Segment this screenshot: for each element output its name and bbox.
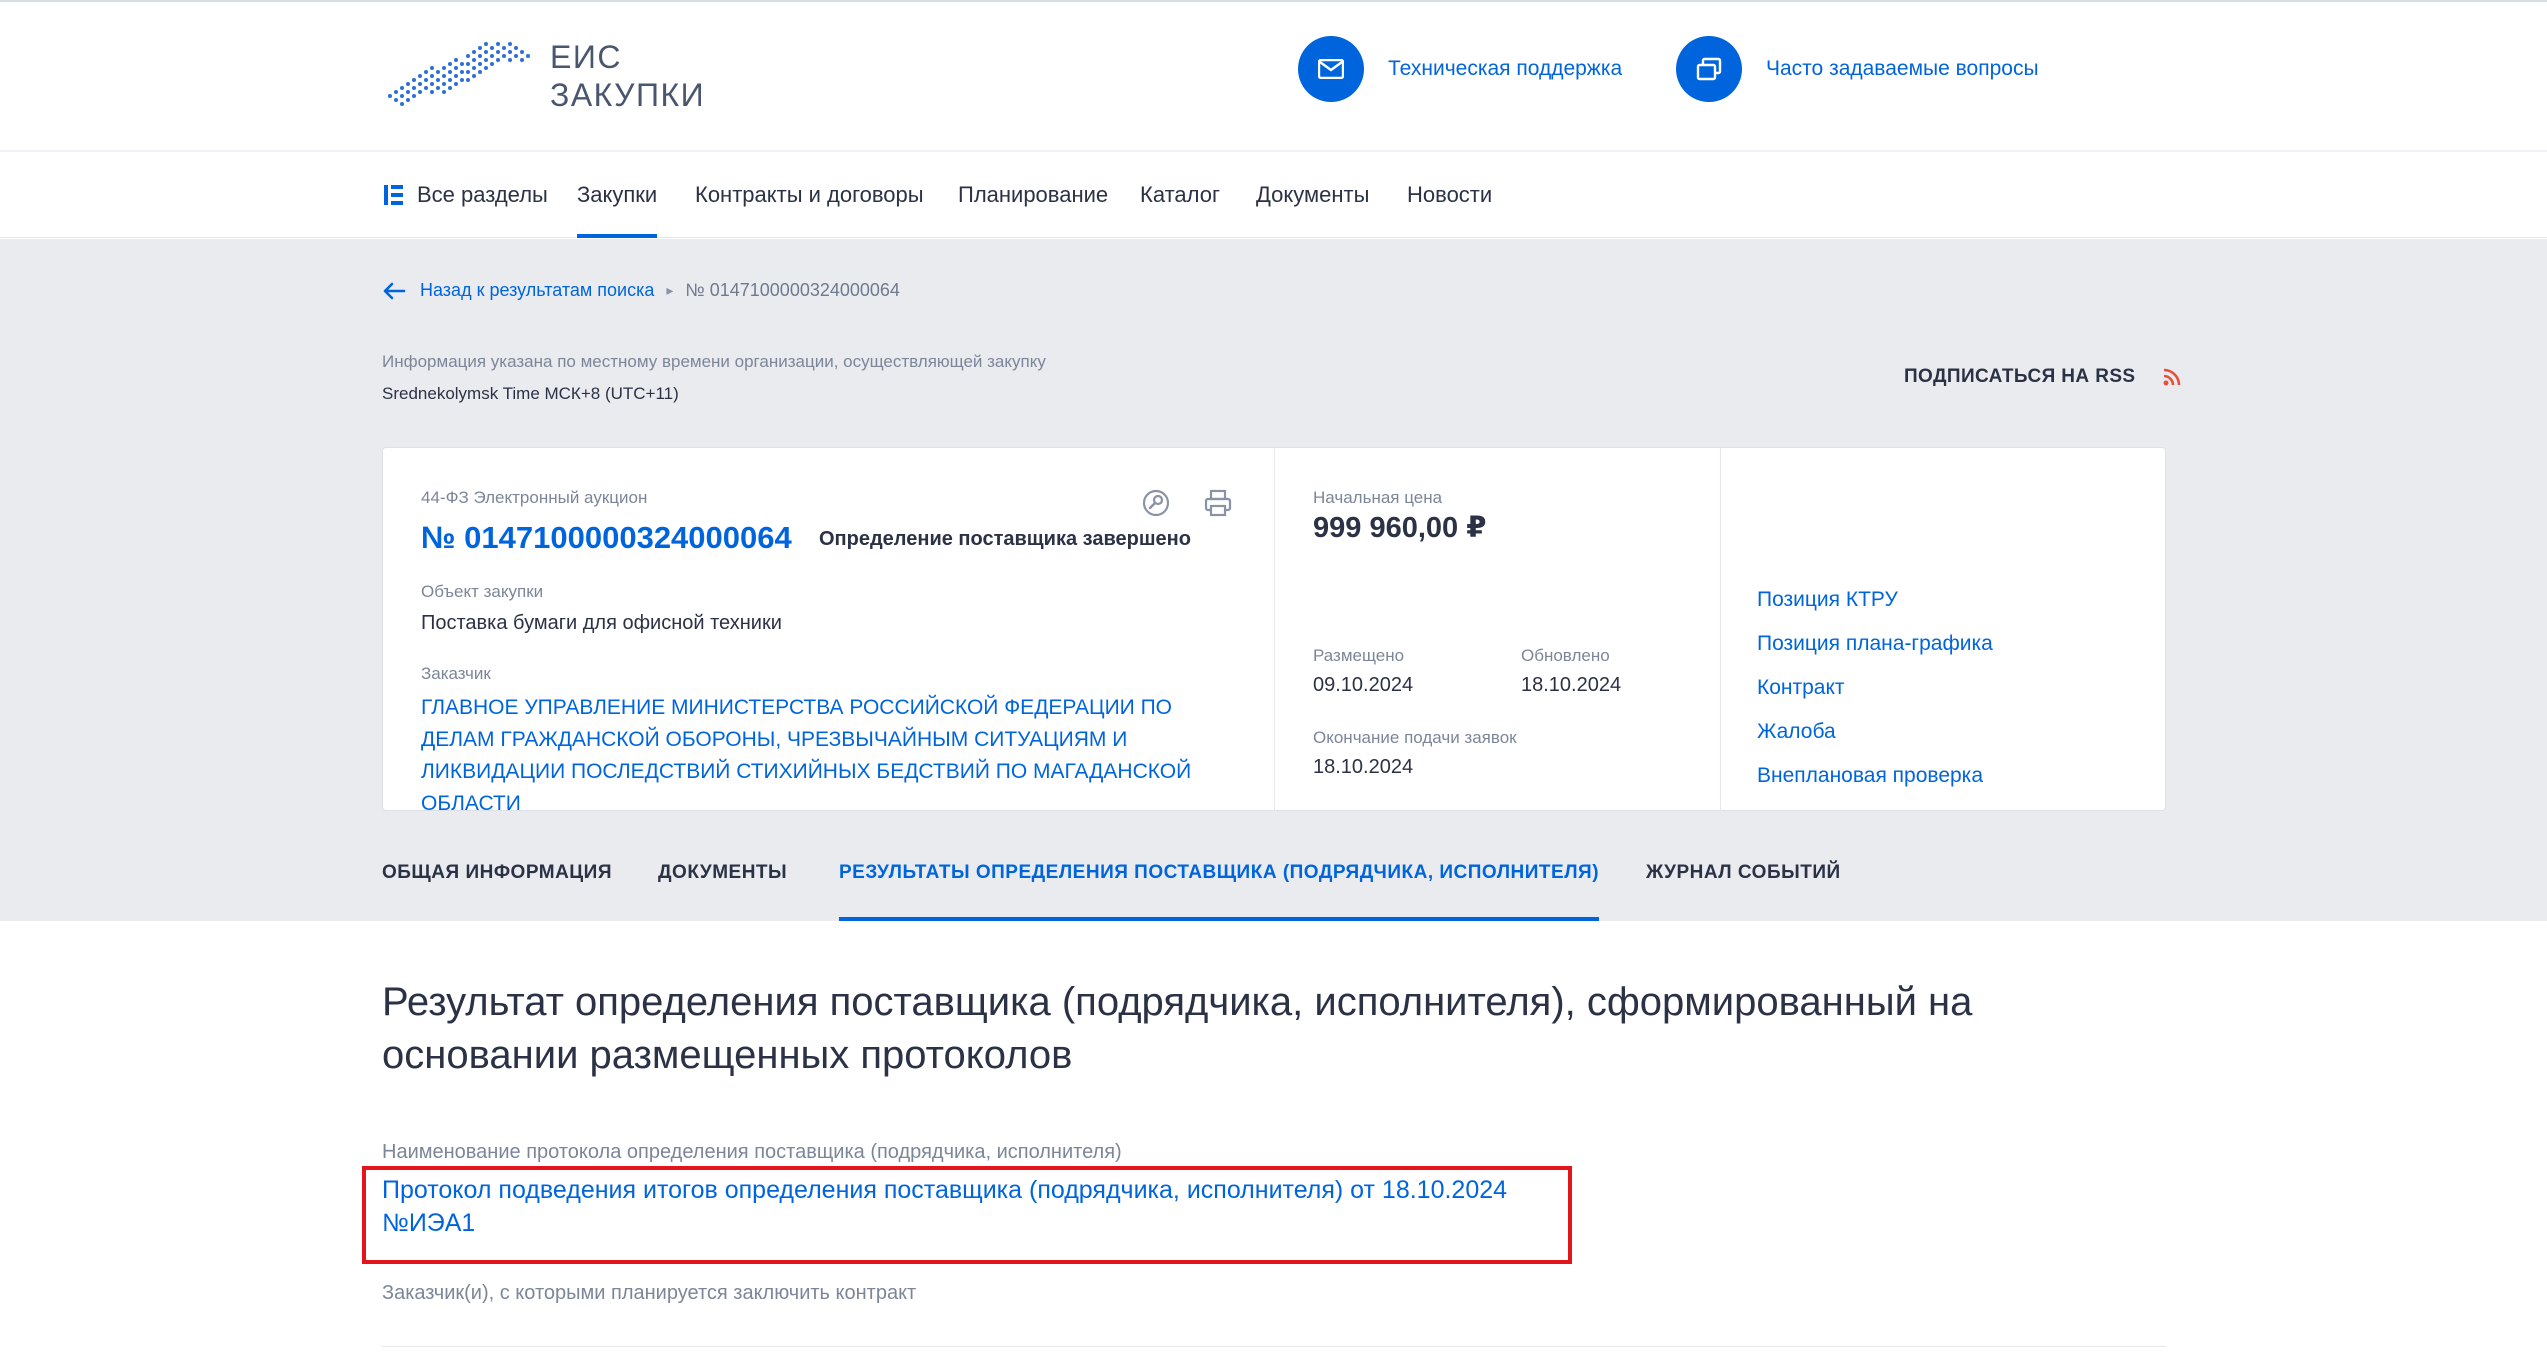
tab-documents[interactable]: ДОКУМЕНТЫ (658, 858, 787, 921)
logo-text: ЕИС ЗАКУПКИ (550, 38, 705, 114)
rss-icon (2163, 368, 2180, 386)
nav-documents[interactable]: Документы (1256, 152, 1369, 238)
object-label: Объект закупки (421, 582, 544, 601)
tab-general-info[interactable]: ОБЩАЯ ИНФОРМАЦИЯ (382, 858, 612, 921)
search-key-icon[interactable] (1141, 488, 1171, 518)
contract-link[interactable]: Контракт (1757, 666, 1993, 710)
protocol-label: Наименование протокола определения поста… (382, 1141, 1122, 1163)
complaint-link[interactable]: Жалоба (1757, 710, 1993, 754)
card-divider (1274, 448, 1275, 812)
logo-line2: ЗАКУПКИ (550, 77, 706, 113)
back-to-results-link[interactable]: Назад к результатам поиска (420, 280, 654, 301)
published-label: Размещено (1313, 646, 1405, 665)
timezone-value: Srednekolymsk Time МСК+8 (UTC+11) (382, 384, 679, 403)
customer-link[interactable]: ГЛАВНОЕ УПРАВЛЕНИЕ МИНИСТЕРСТВА РОССИЙСК… (421, 692, 1241, 820)
ktru-position-link[interactable]: Позиция КТРУ (1757, 578, 1993, 622)
breadcrumb: Назад к результатам поиска ▸ № 014710000… (382, 280, 900, 301)
purchase-number-link[interactable]: № 0147100000324000064 (421, 520, 792, 556)
faq-icon (1676, 36, 1742, 102)
updated-label: Обновлено (1521, 646, 1610, 665)
related-links: Позиция КТРУ Позиция плана-графика Контр… (1757, 578, 1993, 798)
unscheduled-inspection-link[interactable]: Внеплановая проверка (1757, 754, 1993, 798)
plan-schedule-position-link[interactable]: Позиция плана-графика (1757, 622, 1993, 666)
purchase-status: Определение поставщика завершено (819, 528, 1191, 550)
nav-all-label: Все разделы (417, 182, 548, 207)
arrow-left-icon[interactable] (382, 282, 406, 300)
object-value: Поставка бумаги для офисной техники (421, 612, 782, 634)
divider (382, 1346, 2166, 1347)
rss-subscribe-link[interactable]: ПОДПИСАТЬСЯ НА RSS (1904, 366, 2182, 388)
nav-planning[interactable]: Планирование (958, 152, 1108, 238)
nav-contracts[interactable]: Контракты и договоры (695, 152, 924, 238)
price-value: 999 960,00 ₽ (1313, 512, 1487, 544)
breadcrumb-current: № 0147100000324000064 (685, 280, 900, 300)
tab-event-log[interactable]: ЖУРНАЛ СОБЫТИЙ (1646, 858, 1841, 921)
faq-label: Часто задаваемые вопросы (1766, 57, 2039, 80)
card-divider (1720, 448, 1721, 812)
nav-news[interactable]: Новости (1407, 152, 1492, 238)
support-link[interactable]: Техническая поддержка (1298, 36, 1622, 102)
customer-label: Заказчик (421, 664, 491, 683)
support-label: Техническая поддержка (1388, 57, 1623, 80)
deadline-label: Окончание подачи заявок (1313, 728, 1517, 747)
main-nav: Все разделы Закупки Контракты и договоры… (0, 152, 2547, 238)
updated-value: 18.10.2024 (1521, 674, 1622, 696)
nav-catalog[interactable]: Каталог (1140, 152, 1220, 238)
customers-label: Заказчик(и), с которыми планируется закл… (382, 1282, 917, 1304)
published-value: 09.10.2024 (1313, 674, 1414, 696)
protocol-link[interactable]: Протокол подведения итогов определения п… (382, 1174, 1582, 1240)
mail-icon (1298, 36, 1364, 102)
deadline-value: 18.10.2024 (1313, 756, 1414, 778)
russia-map-logo (388, 42, 530, 106)
price-label: Начальная цена (1313, 488, 1443, 507)
page-title: Результат определения поставщика (подряд… (382, 980, 1973, 1077)
sections-icon (384, 185, 403, 205)
site-header: ЕИС ЗАКУПКИ Техническая поддержка Часто … (0, 0, 2547, 152)
nav-purchases[interactable]: Закупки (577, 152, 658, 238)
site-logo[interactable]: ЕИС ЗАКУПКИ (380, 34, 710, 116)
rss-label: ПОДПИСАТЬСЯ НА RSS (1904, 366, 2136, 387)
logo-line1: ЕИС (550, 39, 622, 75)
breadcrumb-separator: ▸ (666, 282, 674, 298)
timezone-note: Информация указана по местному времени о… (382, 352, 1046, 371)
purchase-card: 44-ФЗ Электронный аукцион № 014710000032… (382, 447, 2166, 815)
faq-link[interactable]: Часто задаваемые вопросы (1676, 36, 2039, 102)
tab-supplier-results[interactable]: РЕЗУЛЬТАТЫ ОПРЕДЕЛЕНИЯ ПОСТАВЩИКА (ПОДРЯ… (839, 858, 1600, 921)
print-icon[interactable] (1203, 488, 1233, 518)
nav-all-sections[interactable]: Все разделы (383, 152, 548, 238)
purchase-type: 44-ФЗ Электронный аукцион (421, 488, 648, 507)
